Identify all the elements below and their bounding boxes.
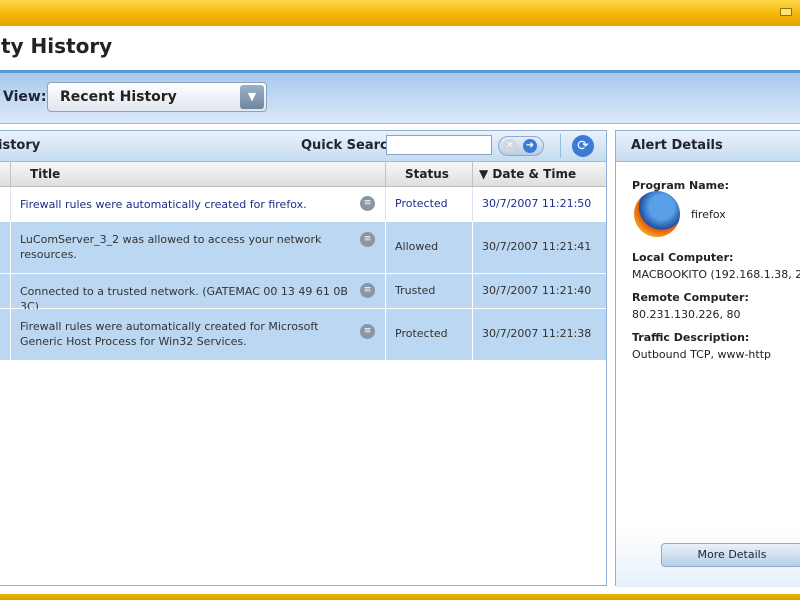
history-panel-title: istory (0, 138, 41, 153)
row-title: LuComServer_3_2 was allowed to access yo… (20, 233, 322, 261)
quick-search-input[interactable] (386, 135, 492, 155)
row-divider (472, 309, 473, 360)
column-divider (472, 162, 473, 186)
alert-details-panel: Alert Details Program Name: firefox Loca… (615, 130, 800, 587)
row-title: Firewall rules were automatically create… (20, 198, 307, 211)
details-icon[interactable]: ≡ (360, 324, 375, 339)
remote-computer-value: 80.231.130.226, 80 (632, 308, 741, 321)
view-select[interactable]: Recent History ▼ (47, 82, 267, 112)
view-bar: View: Recent History ▼ (0, 73, 800, 124)
chevron-down-icon[interactable]: ▼ (240, 85, 264, 109)
page-title: urity History (0, 34, 113, 58)
traffic-description-value: Outbound TCP, www-http (632, 348, 771, 361)
column-status[interactable]: Status (405, 167, 449, 181)
row-divider (472, 222, 473, 273)
more-details-button[interactable]: More Details (661, 543, 800, 567)
details-icon[interactable]: ≡ (360, 196, 375, 211)
row-divider (385, 309, 386, 360)
row-status: Protected (395, 327, 448, 340)
row-divider (472, 187, 473, 221)
row-date: 30/7/2007 11:21:50 (482, 197, 592, 210)
table-row[interactable]: Connected to a trusted network. (GATEMAC… (0, 274, 606, 313)
row-divider (10, 222, 11, 273)
remote-computer-label: Remote Computer: (632, 291, 749, 304)
local-computer-value: MACBOOKITO (192.168.1.38, 2384 (632, 268, 800, 281)
traffic-description-label: Traffic Description: (632, 331, 750, 344)
row-divider (385, 222, 386, 273)
row-title: Firewall rules were automatically create… (20, 320, 319, 348)
arrow-right-icon[interactable]: ➜ (523, 139, 537, 153)
window-titlebar (0, 0, 800, 26)
program-name-value: firefox (691, 208, 726, 221)
column-title[interactable]: Title (30, 167, 60, 181)
view-select-value: Recent History (60, 89, 177, 105)
row-divider (10, 187, 11, 221)
minimize-icon[interactable] (780, 8, 792, 16)
details-icon[interactable]: ≡ (360, 232, 375, 247)
history-panel-header: istory Quick Search: ✕ ➜ ⟳ (0, 131, 606, 162)
details-icon[interactable]: ≡ (360, 283, 375, 298)
local-computer-label: Local Computer: (632, 251, 734, 264)
row-divider (385, 274, 386, 308)
row-date: 30/7/2007 11:21:41 (482, 240, 592, 253)
alert-panel-title: Alert Details (631, 138, 723, 153)
quick-search-buttons: ✕ ➜ (498, 136, 544, 156)
window-bottom-border (0, 594, 800, 600)
row-date: 30/7/2007 11:21:38 (482, 327, 592, 340)
security-history-window: urity History View: Recent History ▼ ist… (0, 26, 800, 594)
row-divider (472, 274, 473, 308)
row-divider (10, 274, 11, 308)
refresh-icon[interactable]: ⟳ (572, 135, 594, 157)
row-divider (10, 309, 11, 360)
page-header: urity History (0, 26, 800, 73)
divider (560, 134, 561, 158)
firefox-logo-icon (634, 191, 680, 237)
column-divider (10, 162, 11, 186)
row-status: Trusted (395, 284, 436, 297)
row-date: 30/7/2007 11:21:40 (482, 284, 592, 297)
row-status: Protected (395, 197, 448, 210)
row-status: Allowed (395, 240, 439, 253)
clear-icon[interactable]: ✕ (503, 139, 517, 153)
column-divider (385, 162, 386, 186)
table-row[interactable]: Firewall rules were automatically create… (0, 309, 606, 361)
table-row[interactable]: Firewall rules were automatically create… (0, 187, 606, 222)
view-label: View: (3, 89, 47, 105)
table-row[interactable]: LuComServer_3_2 was allowed to access yo… (0, 222, 606, 274)
program-name-label: Program Name: (632, 179, 730, 192)
alert-panel-header: Alert Details (616, 131, 800, 162)
row-divider (385, 187, 386, 221)
history-column-headers: Title Status ▼ Date & Time (0, 162, 606, 187)
column-date[interactable]: ▼ Date & Time (479, 167, 576, 181)
history-panel: istory Quick Search: ✕ ➜ ⟳ Title Status … (0, 130, 607, 586)
